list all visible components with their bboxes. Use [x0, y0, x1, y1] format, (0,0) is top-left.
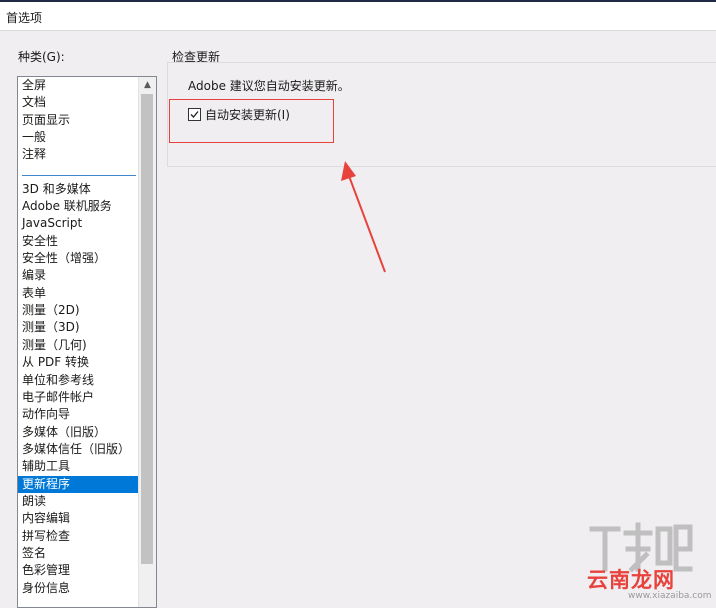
category-item[interactable]: 安全性（增强）: [18, 250, 138, 267]
category-item[interactable]: 从 PDF 转换: [18, 354, 138, 371]
category-item[interactable]: 全屏: [18, 77, 138, 94]
category-item[interactable]: 内容编辑: [18, 510, 138, 527]
watermark-brand: 云南龙网: [587, 568, 675, 592]
annotation-highlight-box: [169, 99, 334, 143]
window-title: 首选项: [6, 11, 43, 25]
category-item[interactable]: 单位和参考线: [18, 372, 138, 389]
category-item[interactable]: 注释: [18, 146, 138, 163]
scrollbar-thumb[interactable]: [141, 94, 153, 564]
category-item[interactable]: 一般: [18, 129, 138, 146]
category-item[interactable]: 身份信息: [18, 580, 138, 597]
category-item[interactable]: 电子邮件帐户: [18, 389, 138, 406]
category-item[interactable]: 3D 和多媒体: [18, 181, 138, 198]
category-item[interactable]: 表单: [18, 285, 138, 302]
category-item[interactable]: JavaScript: [18, 215, 138, 232]
category-item[interactable]: 文档: [18, 94, 138, 111]
category-item[interactable]: 编录: [18, 267, 138, 284]
category-item[interactable]: 辅助工具: [18, 458, 138, 475]
category-item[interactable]: 测量（3D): [18, 319, 138, 336]
category-item[interactable]: 更新程序: [18, 475, 138, 493]
category-item[interactable]: 多媒体信任（旧版）: [18, 441, 138, 458]
category-item[interactable]: 色彩管理: [18, 562, 138, 579]
scroll-up-icon[interactable]: ▲: [139, 77, 156, 94]
update-description: Adobe 建议您自动安装更新。: [188, 79, 350, 93]
category-item[interactable]: 动作向导: [18, 406, 138, 423]
category-item[interactable]: 拼写检查: [18, 528, 138, 545]
watermark-url: www.xiazaiba.com: [628, 591, 712, 601]
scrollbar[interactable]: ▲: [138, 77, 156, 607]
category-item[interactable]: 测量（2D): [18, 302, 138, 319]
categories-listbox[interactable]: 全屏 文档 页面显示 一般 注释 3D 和多媒体 Adobe 联机服务 JavaScript 安…: [17, 76, 157, 608]
category-item[interactable]: 签名: [18, 545, 138, 562]
category-item[interactable]: 安全性: [18, 233, 138, 250]
category-item[interactable]: 测量（几何): [18, 337, 138, 354]
category-item[interactable]: Adobe 联机服务: [18, 198, 138, 215]
title-bar: 首选项: [0, 2, 716, 31]
categories-list: 全屏 文档 页面显示 一般 注释 3D 和多媒体 Adobe 联机服务 JavaScript 安…: [18, 77, 138, 597]
category-item[interactable]: 多媒体（旧版）: [18, 424, 138, 441]
category-separator: [18, 164, 138, 181]
category-item[interactable]: 朗读: [18, 493, 138, 510]
category-item[interactable]: 页面显示: [18, 112, 138, 129]
categories-label: 种类(G):: [18, 50, 65, 64]
